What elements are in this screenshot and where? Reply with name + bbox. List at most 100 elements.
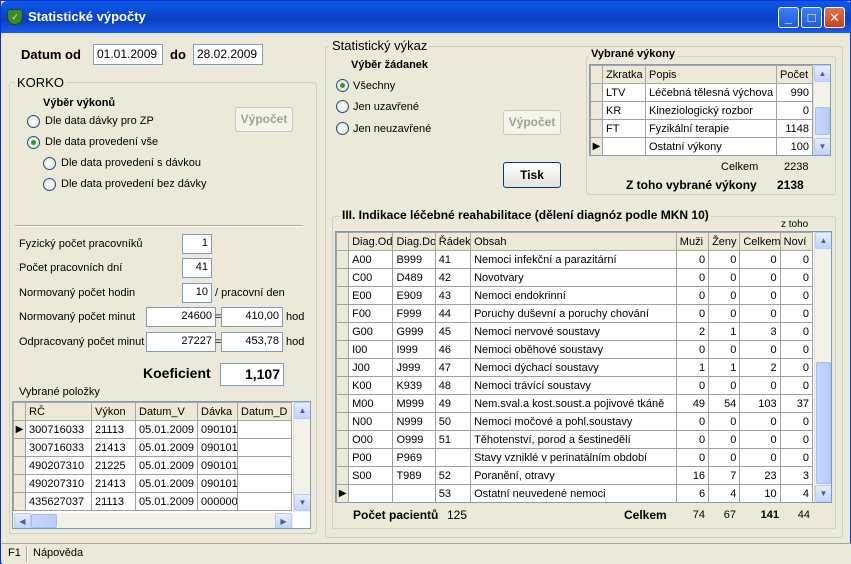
row-indicator[interactable] [336,448,350,467]
table-row[interactable]: M00 M999 49 Nem.sval.a kost.soust.a pojivov… [336,394,814,413]
column-header[interactable]: Datum_V [135,402,198,421]
row-indicator[interactable] [336,340,350,359]
korko-radio-2[interactable] [43,157,56,170]
vscroll-thumb[interactable] [815,107,830,135]
column-header[interactable]: Dávka [197,402,238,421]
row-indicator[interactable] [336,358,350,377]
scroll-up-icon[interactable]: ▲ [815,232,831,249]
scroll-down-icon[interactable]: ▼ [814,138,830,155]
row-indicator[interactable]: ▶ [336,484,350,502]
hours-input[interactable]: 10 [182,283,212,303]
minimize-button[interactable]: _ [778,7,799,28]
korko-radio-0[interactable] [27,115,40,128]
table-row[interactable]: F00 F999 44 Poruchy duševní a poruchy chová… [336,304,814,323]
indikace-vscroll[interactable]: ▲ ▼ [814,232,831,502]
row-indicator[interactable] [336,322,350,341]
column-header[interactable]: RČ [25,402,92,421]
row-indicator[interactable] [336,268,350,287]
days-input[interactable]: 41 [182,258,212,278]
column-header[interactable]: Diag.Do [392,232,436,251]
table-row[interactable]: K00 K939 48 Nemoci trávící soustavy 0 0 0 0 [336,376,814,395]
row-indicator[interactable] [590,83,603,102]
row-indicator[interactable] [590,119,603,138]
korko-radio-3[interactable] [43,178,56,191]
vybrane-vscroll[interactable]: ▲ ▼ [813,65,830,155]
korko-radio-1[interactable] [27,136,40,149]
table-row[interactable]: KR Kineziologický rozbor 0 [590,101,813,120]
column-header[interactable]: Popis [645,65,777,84]
scroll-up-icon[interactable]: ▲ [294,402,310,419]
scroll-down-icon[interactable]: ▼ [294,494,310,511]
row-indicator[interactable] [336,250,350,269]
scroll-right-icon[interactable]: ▶ [275,513,292,528]
row-indicator[interactable] [13,438,26,457]
korko-option-0[interactable]: Dle data dávky pro ZP [45,115,154,127]
row-indicator[interactable] [13,474,26,493]
table-row[interactable]: N00 N999 50 Nemoci močové a pohl.soustavy 0 0… [336,412,814,431]
column-header[interactable]: Diag.Od [348,232,394,251]
row-indicator[interactable] [13,492,26,511]
korko-calculate-button[interactable]: Výpočet [235,107,293,132]
table-row[interactable]: 435627037 21113 05.01.2009 000000 [13,492,292,511]
korko-option-1[interactable]: Dle data provedení vše [45,136,158,148]
row-indicator[interactable] [336,412,350,431]
row-indicator[interactable] [336,286,350,305]
table-row[interactable]: ▶ 53 Ostatní neuvedené nemoci 6 4 10 4 [336,484,814,502]
row-indicator[interactable]: ▶ [590,137,603,155]
table-row[interactable]: 300716033 21413 05.01.2009 090101 [13,438,292,457]
date-to-input[interactable]: 28.02.2009 [193,44,263,65]
items-hscroll[interactable]: ◀ ▶ [13,513,293,528]
column-header[interactable]: Obsah [470,232,677,251]
indikace-grid[interactable]: Diag.Od Diag.Do Řádek Obsah Muži Ženy Celkem No… [335,231,832,503]
table-row[interactable]: 490207310 21413 05.01.2009 090101 [13,474,292,493]
column-header[interactable]: Ženy [708,232,741,251]
selected-items-grid[interactable]: RČ Výkon Datum_V Dávka Datum_D ▶ 300716033 2111… [12,401,311,529]
table-row[interactable]: FT Fyzikální terapie 1148 [590,119,813,138]
korko-option-2[interactable]: Dle data provedení s dávkou [61,157,201,169]
scroll-down-icon[interactable]: ▼ [815,485,831,502]
row-indicator[interactable] [336,430,350,449]
column-header[interactable]: Noví [779,232,814,251]
row-indicator[interactable] [336,394,350,413]
requests-option-0[interactable]: Všechny [353,80,395,92]
vybrane-grid[interactable]: Zkratka Popis Počet LTV Léčebná tělesná vých… [589,64,831,156]
column-header[interactable]: Počet [776,65,813,84]
staff-input[interactable]: 1 [182,234,212,254]
vykaz-calculate-button[interactable]: Výpočet [503,110,561,135]
table-row[interactable]: I00 I999 46 Nemoci oběhové soustavy 0 0 0 0 [336,340,814,359]
table-row[interactable]: G00 G999 45 Nemoci nervové soustavy 2 1 3 0 [336,322,814,341]
row-indicator[interactable] [336,304,350,323]
vscroll-thumb[interactable] [816,362,831,484]
table-row[interactable]: J00 J999 47 Nemoci dýchací soustavy 1 1 2 0 [336,358,814,377]
print-button[interactable]: Tisk [503,162,561,188]
requests-radio-2[interactable] [336,122,349,135]
table-row[interactable]: 490207310 21225 05.01.2009 090101 [13,456,292,475]
items-vscroll[interactable]: ▲ ▼ [293,402,310,512]
title-bar[interactable]: ✓ Statistické výpočty _ □ ✕ [1,1,851,33]
row-indicator[interactable] [336,376,350,395]
table-row[interactable]: ▶ Ostatní výkony 100 [590,137,813,155]
maximize-button[interactable]: □ [801,7,822,28]
table-row[interactable]: P00 P969 Stavy vzniklé v perinatálním obdo… [336,448,814,467]
hscroll-thumb[interactable] [31,514,57,528]
row-indicator[interactable] [336,466,350,485]
column-header[interactable]: Muži [675,232,710,251]
column-header[interactable]: Řádek [434,232,472,251]
table-row[interactable]: LTV Léčebná tělesná výchova 990 [590,83,813,102]
requests-option-2[interactable]: Jen neuzavřené [353,123,431,135]
date-from-input[interactable]: 01.01.2009 [93,44,163,65]
column-header[interactable]: Výkon [91,402,136,421]
row-indicator[interactable]: ▶ [13,420,26,439]
table-row[interactable]: ▶ 300716033 21113 05.01.2009 090101 [13,420,292,439]
close-button[interactable]: ✕ [824,7,845,28]
column-header[interactable]: Datum_D [237,402,292,421]
requests-option-1[interactable]: Jen uzavřené [353,101,419,113]
table-row[interactable]: A00 B999 41 Nemoci infekční a parazitární 0 0… [336,250,814,269]
column-header[interactable]: Celkem [739,232,781,251]
scroll-up-icon[interactable]: ▲ [814,65,830,82]
korko-option-3[interactable]: Dle data provedení bez dávky [61,178,207,190]
table-row[interactable]: S00 T989 52 Poranění, otravy 16 7 23 3 [336,466,814,485]
requests-radio-1[interactable] [336,100,349,113]
table-row[interactable]: E00 E909 43 Nemoci endokrinní 0 0 0 0 [336,286,814,305]
table-row[interactable]: O00 O999 51 Těhotenství, porod a šestineděl… [336,430,814,449]
